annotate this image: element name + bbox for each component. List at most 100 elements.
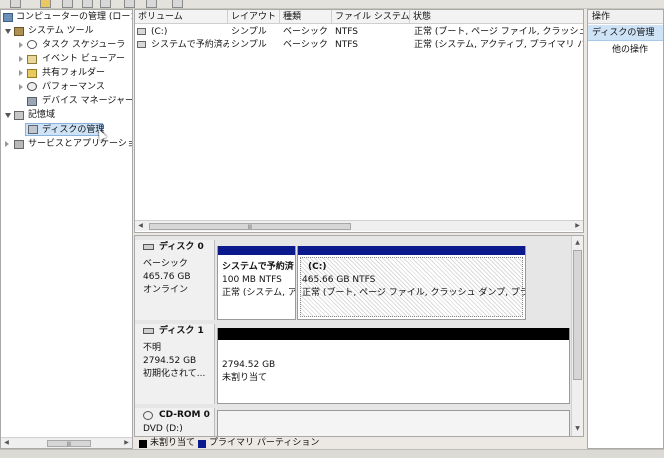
tree-pane: コンピューターの管理 (ローカ システム ツール タスク スケジューラ イベント… <box>0 9 133 449</box>
disk-management-icon <box>28 125 38 134</box>
performance-icon <box>27 82 37 91</box>
primary-partition-bar <box>218 246 295 255</box>
volume-status: 正常 (ブート, ページ ファイル, クラッシュ ダ <box>414 27 584 37</box>
column-header-layout[interactable]: レイアウト <box>228 10 280 24</box>
partition-unallocated[interactable]: 2794.52 GB 未割り当て <box>217 328 570 404</box>
connect-icon[interactable] <box>124 0 135 8</box>
volume-type: ベーシック <box>283 27 328 37</box>
tree-item-disk-management[interactable]: ディスクの管理 <box>25 123 104 136</box>
partition-name: (C:) <box>308 262 327 272</box>
scroll-right-icon[interactable]: ▶ <box>121 438 132 448</box>
volume-horizontal-scrollbar[interactable]: ◀ Ⅲ ▶ <box>135 220 583 231</box>
disk-name: ディスク 0 <box>159 242 204 252</box>
tools-icon <box>14 27 24 36</box>
cdrom-media-area[interactable] <box>217 410 570 436</box>
scroll-right-icon[interactable]: ▶ <box>572 221 583 231</box>
collapse-arrow-icon[interactable] <box>5 141 9 147</box>
collapse-arrow-icon[interactable] <box>19 56 23 62</box>
folder-icon[interactable] <box>40 0 51 8</box>
actions-pane: 操作 ディスクの管理 他の操作 <box>587 9 664 449</box>
computer-icon <box>3 13 13 22</box>
volume-layout: シンプル <box>231 40 267 50</box>
tree-horizontal-scrollbar[interactable]: ◀ Ⅲ ▶ <box>1 437 132 448</box>
partition-detail: 465.66 GB NTFS <box>302 275 376 285</box>
collapse-arrow-icon[interactable] <box>19 42 23 48</box>
scroll-thumb[interactable] <box>573 250 582 380</box>
disk-1-row: ディスク 1 不明 2794.52 GB 初期化されて... 2794.52 G… <box>135 324 571 404</box>
scroll-thumb[interactable]: Ⅲ <box>149 223 351 231</box>
volume-list-pane: ボリューム レイアウト 種類 ファイル システム 状態 (C:) シンプル ベー… <box>134 9 584 233</box>
primary-legend-swatch <box>198 440 206 448</box>
disk-type: ベーシック <box>143 259 188 269</box>
volume-name: (C:) <box>151 27 168 37</box>
search-icon[interactable] <box>172 0 183 8</box>
expand-arrow-icon[interactable] <box>5 113 11 118</box>
device-manager-icon <box>27 97 37 106</box>
actions-section-disk-management[interactable]: ディスクの管理 <box>588 25 663 41</box>
volume-name: システムで予約済み <box>151 40 229 50</box>
partition-status: 正常 (システム, ア <box>222 288 296 298</box>
volume-filesystem: NTFS <box>335 27 358 37</box>
column-header-filesystem[interactable]: ファイル システム <box>332 10 410 24</box>
partition-status: 未割り当て <box>222 373 268 383</box>
storage-icon <box>14 111 24 120</box>
scroll-up-icon[interactable]: ▲ <box>572 238 583 248</box>
cdrom-0-label[interactable]: CD-ROM 0 DVD (D:) <box>135 408 215 436</box>
disk-type: DVD (D:) <box>143 424 183 434</box>
column-header-type[interactable]: 種類 <box>280 10 332 24</box>
disk-view-pane: ディスク 0 ベーシック 465.76 GB オンライン システムで予約済 10… <box>134 235 584 437</box>
collapse-arrow-icon[interactable] <box>19 84 23 90</box>
volume-icon <box>137 41 146 48</box>
partition-c[interactable]: (C:) 465.66 GB NTFS 正常 (ブート, ページ ファイル, ク… <box>297 246 526 320</box>
scroll-down-icon[interactable]: ▼ <box>572 424 583 434</box>
legend-bar: 未割り当て プライマリ パーティション <box>134 437 584 449</box>
scroll-thumb[interactable]: Ⅲ <box>47 440 91 448</box>
disk-name: CD-ROM 0 <box>159 410 210 420</box>
disk-size: 465.76 GB <box>143 272 191 282</box>
expand-arrow-icon[interactable] <box>5 29 11 34</box>
services-icon <box>14 140 24 149</box>
properties-icon[interactable] <box>62 0 73 8</box>
collapse-arrow-icon[interactable] <box>19 70 23 76</box>
table-row[interactable]: (C:) シンプル ベーシック NTFS 正常 (ブート, ページ ファイル, … <box>135 26 584 38</box>
disk-type: 不明 <box>143 343 162 353</box>
refresh-icon[interactable] <box>146 0 157 8</box>
help-icon[interactable] <box>82 0 93 8</box>
volume-icon <box>137 28 146 35</box>
disk-0-label[interactable]: ディスク 0 ベーシック 465.76 GB オンライン <box>135 240 215 320</box>
disk-1-label[interactable]: ディスク 1 不明 2794.52 GB 初期化されて... <box>135 324 215 404</box>
partition-system-reserved[interactable]: システムで予約済 100 MB NTFS 正常 (システム, ア <box>217 246 296 320</box>
clock-icon <box>27 40 37 49</box>
volume-layout: シンプル <box>231 27 267 37</box>
disk-0-row: ディスク 0 ベーシック 465.76 GB オンライン システムで予約済 10… <box>135 240 571 320</box>
partition-size: 2794.52 GB <box>222 360 276 370</box>
scroll-left-icon[interactable]: ◀ <box>135 221 146 231</box>
partition-status: 正常 (ブート, ページ ファイル, クラッシュ ダンプ, プラ・ <box>302 288 526 298</box>
disk-warning-icon <box>143 328 154 334</box>
cdrom-0-row: CD-ROM 0 DVD (D:) <box>135 408 571 436</box>
column-header-volume[interactable]: ボリューム <box>135 10 228 24</box>
unallocated-bar <box>218 328 569 340</box>
view-icon[interactable] <box>100 0 111 8</box>
toolbar <box>0 0 664 9</box>
more-actions-link[interactable]: 他の操作 <box>612 44 648 57</box>
disk-icon <box>143 244 154 250</box>
disk-vertical-scrollbar[interactable]: ▲ ▼ <box>571 236 583 436</box>
scroll-left-icon[interactable]: ◀ <box>1 438 12 448</box>
volume-status: 正常 (システム, アクティブ, プライマリ パー <box>414 40 584 50</box>
volume-filesystem: NTFS <box>335 40 358 50</box>
back-icon[interactable] <box>10 0 21 8</box>
disk-size: 2794.52 GB <box>143 356 197 366</box>
column-header-status[interactable]: 状態 <box>410 10 583 24</box>
disk-name: ディスク 1 <box>159 326 204 336</box>
actions-header: 操作 <box>588 10 663 24</box>
partition-name: システムで予約済 <box>222 262 294 272</box>
table-row[interactable]: システムで予約済み シンプル ベーシック NTFS 正常 (システム, アクティ… <box>135 39 584 51</box>
shared-folder-icon <box>27 69 37 78</box>
primary-partition-bar <box>298 246 525 255</box>
volume-type: ベーシック <box>283 40 328 50</box>
unallocated-legend-swatch <box>139 440 147 448</box>
partition-detail: 100 MB NTFS <box>222 275 282 285</box>
event-log-icon <box>27 55 37 64</box>
disk-status: 初期化されて... <box>143 369 206 379</box>
